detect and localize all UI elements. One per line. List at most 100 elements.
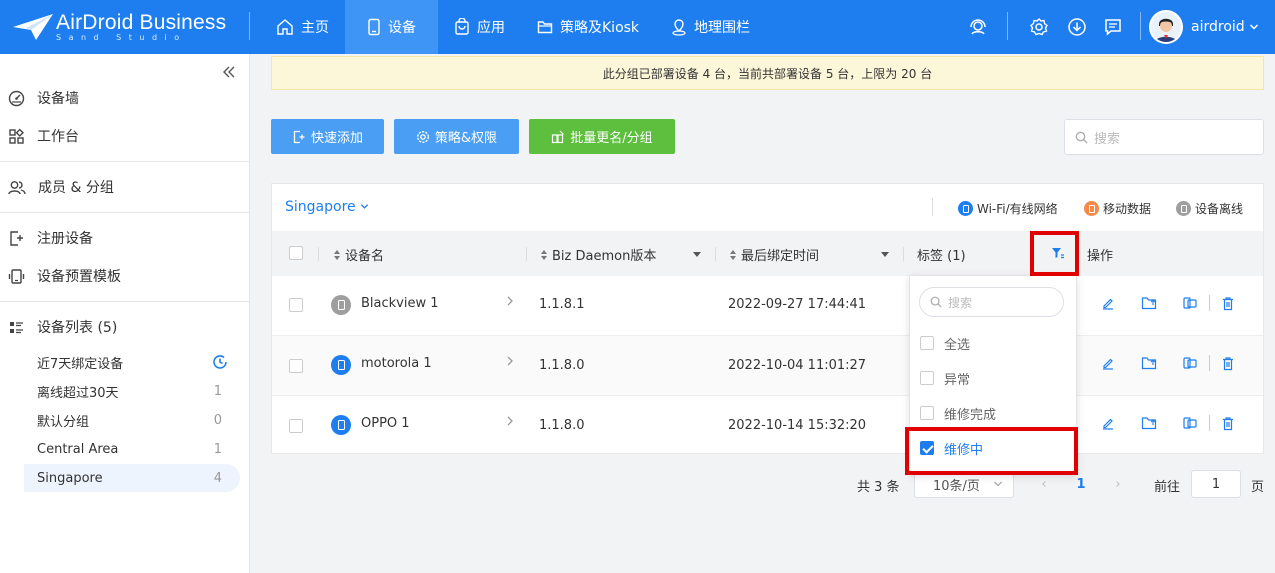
nav-geofence[interactable]: 地理围栏 [655,0,766,54]
group-item-central-area[interactable]: Central Area 1 [24,435,240,463]
add-device-icon [293,130,305,143]
column-filter-caret-icon[interactable] [693,252,701,257]
nav-devices[interactable]: 设备 [345,0,438,54]
divider [1209,415,1210,431]
wifi-status-icon [958,201,973,216]
chevron-right-icon[interactable] [506,355,514,370]
sidebar-item-members-groups[interactable]: 成员 & 分组 [0,168,250,206]
group-label: 近7天绑定设备 [37,356,124,372]
divider [1140,12,1141,40]
nav-geofence-label: 地理围栏 [694,20,751,36]
remote-control-icon[interactable] [1182,355,1198,371]
list-icon [10,321,23,333]
search-placeholder: 搜索 [1094,131,1121,147]
filter-option-repair-done[interactable]: 维修完成 [920,401,1070,425]
divider [715,247,716,261]
select-all-checkbox[interactable] [289,246,303,260]
username: airdroid [1191,19,1245,35]
move-to-folder-icon[interactable] [1141,415,1157,431]
filter-search-placeholder: 搜索 [948,295,973,310]
legend-label: Wi-Fi/有线网络 [977,202,1058,216]
device-table-panel: Singapore Wi-Fi/有线网络 移动数据 设备离线 设备名 Biz D… [271,183,1264,454]
table-row[interactable]: Blackview 1 1.1.8.1 2022-09-27 17:44:41 [272,276,1263,336]
move-to-folder-icon[interactable] [1141,295,1157,311]
group-item-default[interactable]: 默认分组 0 [24,406,240,434]
filter-option-select-all[interactable]: 全选 [920,331,1070,355]
column-label: Biz Daemon版本 [552,249,657,264]
filter-search-input[interactable]: 搜索 [919,287,1064,317]
row-checkbox[interactable] [289,359,303,373]
chevron-right-icon[interactable] [506,415,514,430]
divider [0,161,250,162]
column-label: 最后绑定时间 [741,249,820,264]
download-icon[interactable] [1066,16,1088,38]
sort-icon [730,249,736,260]
page-number-current[interactable]: 1 [1059,477,1103,492]
table-header: 设备名 Biz Daemon版本 最后绑定时间 标签 (1) 操作 [272,231,1263,276]
trash-icon[interactable] [1220,415,1236,431]
legend-label: 设备离线 [1195,202,1244,216]
group-label: 默认分组 [37,414,90,430]
sidebar-item-enroll-device[interactable]: 注册设备 [0,219,250,257]
column-device-name[interactable]: 设备名 [334,245,384,264]
edit-icon[interactable] [1100,295,1116,311]
chevron-right-icon[interactable] [506,295,514,310]
quick-add-button[interactable]: 快速添加 [271,119,384,154]
sidebar-item-device-list[interactable]: 设备列表 (5) [0,308,250,346]
group-item-singapore[interactable]: Singapore 4 [24,464,240,492]
sort-icon [541,249,547,260]
page-suffix: 页 [1251,480,1265,495]
app-bag-icon [455,18,469,35]
move-to-folder-icon[interactable] [1141,355,1157,371]
sidebar: 设备墙 工作台 成员 & 分组 注册设备 设备预置模板 设备列表 (5) 近7天… [0,54,250,573]
message-icon[interactable] [1102,16,1124,38]
remote-control-icon[interactable] [1182,295,1198,311]
divider [249,12,250,40]
next-page-icon[interactable]: › [1103,477,1133,492]
device-wifi-icon [331,355,351,375]
device-name[interactable]: OPPO 1 [361,416,410,431]
sidebar-item-device-wall[interactable]: 设备墙 [0,79,250,117]
airdroid-logo[interactable]: AirDroid Business Sand Studio [12,8,226,46]
filter-checkbox[interactable] [920,406,934,420]
device-name[interactable]: motorola 1 [361,356,432,371]
device-name[interactable]: Blackview 1 [361,296,439,311]
home-icon [277,19,293,35]
filter-option-abnormal[interactable]: 异常 [920,366,1070,390]
nav-policy-kiosk[interactable]: 策略及Kiosk [521,0,655,54]
daemon-version: 1.1.8.0 [539,418,585,433]
sidebar-item-workbench[interactable]: 工作台 [0,117,250,155]
device-offline-icon [331,295,351,315]
settings-gear-icon[interactable] [1028,16,1050,38]
policy-permission-button[interactable]: 策略&权限 [394,119,519,154]
nav-home[interactable]: 主页 [260,0,345,54]
support-headset-icon[interactable] [967,16,989,38]
group-item-offline-30-days[interactable]: 离线超过30天 1 [24,377,240,405]
nav-apps[interactable]: 应用 [438,0,521,54]
trash-icon[interactable] [1220,295,1236,311]
row-checkbox[interactable] [289,298,303,312]
row-checkbox[interactable] [289,419,303,433]
geofence-icon [672,19,686,36]
column-daemon-version[interactable]: Biz Daemon版本 [541,245,656,264]
filter-option-label: 全选 [944,337,971,353]
filter-checkbox[interactable] [920,371,934,385]
group-item-recent-7-days[interactable]: 近7天绑定设备 [24,348,240,376]
goto-page-input[interactable]: 1 [1191,470,1241,498]
trash-icon[interactable] [1220,355,1236,371]
sidebar-label: 注册设备 [37,231,93,247]
prev-page-icon[interactable]: ‹ [1029,477,1059,492]
device-search-input[interactable]: 搜索 [1064,119,1264,155]
batch-rename-group-button[interactable]: 批量更名/分组 [529,119,675,154]
remote-control-icon[interactable] [1182,415,1198,431]
filter-checkbox[interactable] [920,336,934,350]
sidebar-item-device-template[interactable]: 设备预置模板 [0,257,250,295]
edit-icon[interactable] [1100,415,1116,431]
column-filter-caret-icon[interactable] [881,252,889,257]
column-last-bind-time[interactable]: 最后绑定时间 [730,245,819,264]
user-menu[interactable]: airdroid [1149,0,1275,54]
group-selector[interactable]: Singapore [285,199,369,215]
table-row[interactable]: OPPO 1 1.1.8.0 2022-10-14 15:32:20 [272,396,1263,456]
table-row[interactable]: motorola 1 1.1.8.0 2022-10-04 11:01:27 [272,336,1263,396]
edit-icon[interactable] [1100,355,1116,371]
